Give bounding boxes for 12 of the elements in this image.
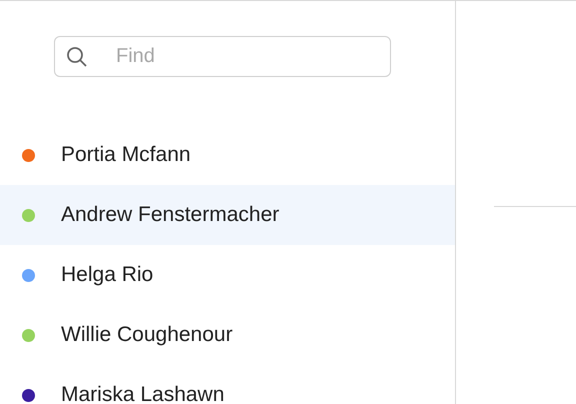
search-icon bbox=[66, 46, 88, 68]
contact-name: Willie Coughenour bbox=[61, 323, 233, 347]
contact-name: Andrew Fenstermacher bbox=[61, 203, 280, 227]
search-field[interactable]: Find bbox=[54, 36, 391, 77]
contact-item[interactable]: Andrew Fenstermacher bbox=[0, 185, 455, 245]
contact-name: Mariska Lashawn bbox=[61, 383, 224, 404]
contact-item[interactable]: Mariska Lashawn bbox=[0, 365, 455, 404]
contact-item[interactable]: Portia Mcfann bbox=[0, 125, 455, 185]
contact-name: Portia Mcfann bbox=[61, 143, 191, 167]
contact-item[interactable]: Helga Rio bbox=[0, 245, 455, 305]
contact-item[interactable]: Willie Coughenour bbox=[0, 305, 455, 365]
contact-name: Helga Rio bbox=[61, 263, 154, 287]
